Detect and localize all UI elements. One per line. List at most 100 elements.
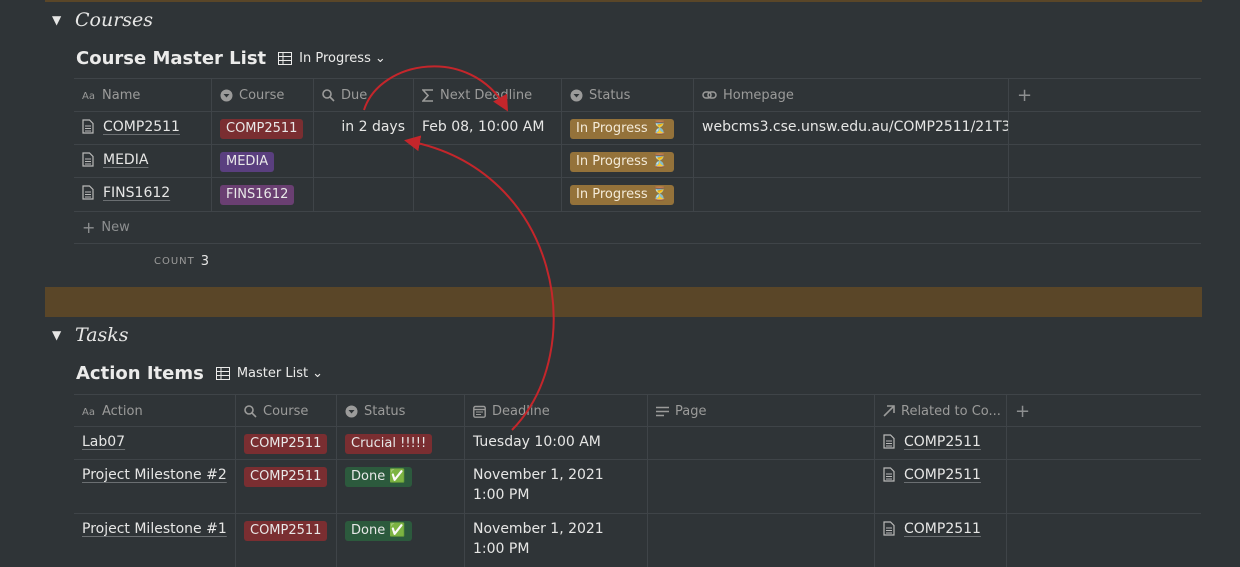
row-action-cell[interactable]: Project Milestone #2	[74, 460, 236, 513]
courses-section-title: Courses	[75, 9, 154, 31]
action-name[interactable]: Project Milestone #2	[82, 467, 227, 483]
course-tag: COMP2511	[244, 467, 328, 487]
col-header-related[interactable]: Related to Co...	[875, 395, 1007, 427]
row-status-cell[interactable]: In Progress ⏳	[562, 145, 694, 177]
col-header-course[interactable]: Course	[212, 79, 314, 111]
row-status-cell[interactable]: Done ✅	[337, 460, 465, 513]
row-name-cell[interactable]: MEDIA	[74, 145, 212, 177]
row-course-cell[interactable]: COMP2511	[236, 460, 337, 513]
row-status-cell[interactable]: In Progress ⏳	[562, 178, 694, 211]
col-header-status[interactable]: Status	[562, 79, 694, 111]
col-header-status[interactable]: Status	[337, 395, 465, 427]
action-name[interactable]: Lab07	[82, 434, 125, 450]
tasks-table-header: Aa Action Course Status Deadline Page Re…	[74, 395, 1047, 427]
row-homepage-cell[interactable]	[694, 145, 1009, 177]
text-property-icon: Aa	[82, 407, 95, 417]
courses-toggle-heading[interactable]: ▼ Courses	[52, 8, 153, 32]
plus-icon: +	[82, 218, 96, 237]
row-due-cell[interactable]: in 2 days	[314, 112, 414, 144]
section-divider	[45, 287, 1202, 317]
count-value: 3	[200, 254, 210, 269]
table-view-icon	[215, 366, 230, 380]
tasks-db-header: Action Items Master List ⌄	[76, 360, 323, 386]
row-name[interactable]: FINS1612	[103, 185, 170, 201]
row-course-cell[interactable]: MEDIA	[212, 145, 314, 177]
col-header-deadline[interactable]: Deadline	[465, 395, 648, 427]
row-status-cell[interactable]: In Progress ⏳	[562, 112, 694, 144]
col-header-next-deadline[interactable]: Next Deadline	[414, 79, 562, 111]
course-db-title[interactable]: Course Master List	[76, 48, 266, 69]
tasks-db-view-selector[interactable]: Master List ⌄	[215, 366, 323, 381]
table-row[interactable]: Project Milestone #2 COMP2511 Done ✅ Nov…	[74, 460, 1007, 513]
row-action-cell[interactable]: Project Milestone #1	[74, 514, 236, 567]
related-link[interactable]: COMP2511	[904, 434, 981, 450]
collapse-triangle-icon[interactable]: ▼	[52, 328, 72, 342]
status-badge: In Progress ⏳	[570, 119, 675, 139]
col-header-due[interactable]: Due	[314, 79, 414, 111]
row-page-cell[interactable]	[648, 427, 875, 459]
row-course-cell[interactable]: FINS1612	[212, 178, 314, 211]
col-header-action[interactable]: Aa Action	[74, 395, 236, 427]
row-page-cell[interactable]	[648, 514, 875, 567]
row-name[interactable]: COMP2511	[103, 119, 180, 135]
tasks-toggle-heading[interactable]: ▼ Tasks	[52, 323, 129, 347]
table-row[interactable]: FINS1612 FINS1612 In Progress ⏳	[74, 178, 1009, 211]
collapse-triangle-icon[interactable]: ▼	[52, 13, 72, 27]
tasks-db-title[interactable]: Action Items	[76, 363, 204, 384]
homepage-link[interactable]: webcms3.cse.unsw.edu.au/COMP2511/21T3/	[702, 119, 1008, 135]
deadline-value: November 1, 2021 1:00 PM	[473, 521, 604, 557]
row-homepage-cell[interactable]: webcms3.cse.unsw.edu.au/COMP2511/21T3/	[694, 112, 1009, 144]
table-row[interactable]: Lab07 COMP2511 Crucial !!!!! Tuesday 10:…	[74, 427, 1007, 459]
row-next-deadline-cell[interactable]: Feb 08, 10:00 AM	[414, 112, 562, 144]
page-icon	[883, 467, 895, 482]
col-header-name[interactable]: Aa Name	[74, 79, 212, 111]
table-row[interactable]: MEDIA MEDIA In Progress ⏳	[74, 145, 1009, 177]
row-related-cell[interactable]: COMP2511	[875, 427, 1007, 459]
status-badge: Done ✅	[345, 467, 412, 487]
count-label: COUNT	[154, 256, 195, 267]
course-tag: COMP2511	[244, 521, 328, 541]
row-status-cell[interactable]: Crucial !!!!!	[337, 427, 465, 459]
row-course-cell[interactable]: COMP2511	[236, 427, 337, 459]
row-deadline-cell[interactable]: November 1, 2021 1:00 PM	[465, 460, 648, 513]
row-page-cell[interactable]	[648, 460, 875, 513]
row-deadline-cell[interactable]: Tuesday 10:00 AM	[465, 427, 648, 459]
row-next-deadline-cell[interactable]	[414, 145, 562, 177]
svg-text:Aa: Aa	[82, 91, 95, 101]
col-header-page[interactable]: Page	[648, 395, 875, 427]
action-name[interactable]: Project Milestone #1	[82, 521, 227, 537]
related-link[interactable]: COMP2511	[904, 521, 981, 537]
table-row[interactable]: COMP2511 COMP2511 in 2 days Feb 08, 10:0…	[74, 112, 1009, 144]
course-db-view-selector[interactable]: In Progress ⌄	[278, 51, 386, 66]
row-homepage-cell[interactable]	[694, 178, 1009, 211]
row-name-cell[interactable]: FINS1612	[74, 178, 212, 211]
table-row[interactable]: Project Milestone #1 COMP2511 Done ✅ Nov…	[74, 514, 1007, 567]
add-column-button[interactable]: +	[1009, 79, 1049, 111]
row-due-cell[interactable]	[314, 178, 414, 211]
row-due-cell[interactable]	[314, 145, 414, 177]
row-deadline-cell[interactable]: November 1, 2021 1:00 PM	[465, 514, 648, 567]
col-header-course[interactable]: Course	[236, 395, 337, 427]
search-icon	[322, 88, 335, 102]
select-property-icon	[345, 405, 358, 417]
row-next-deadline-cell[interactable]	[414, 178, 562, 211]
col-header-homepage[interactable]: Homepage	[694, 79, 1009, 111]
text-property-icon: Aa	[82, 91, 95, 101]
status-badge: Crucial !!!!!	[345, 434, 433, 454]
status-badge: In Progress ⏳	[570, 185, 675, 205]
row-name-cell[interactable]: COMP2511	[74, 112, 212, 144]
row-course-cell[interactable]: COMP2511	[212, 112, 314, 144]
row-status-cell[interactable]: Done ✅	[337, 514, 465, 567]
row-course-cell[interactable]: COMP2511	[236, 514, 337, 567]
link-icon	[702, 91, 717, 99]
row-related-cell[interactable]: COMP2511	[875, 514, 1007, 567]
row-related-cell[interactable]: COMP2511	[875, 460, 1007, 513]
related-link[interactable]: COMP2511	[904, 467, 981, 483]
course-tag: MEDIA	[220, 152, 275, 172]
row-count[interactable]: COUNT 3	[154, 254, 209, 269]
row-name[interactable]: MEDIA	[103, 152, 148, 168]
add-new-row-button[interactable]: + New	[82, 218, 130, 237]
row-action-cell[interactable]: Lab07	[74, 427, 236, 459]
add-column-button[interactable]: +	[1007, 395, 1047, 427]
tasks-section-title: Tasks	[75, 324, 129, 346]
